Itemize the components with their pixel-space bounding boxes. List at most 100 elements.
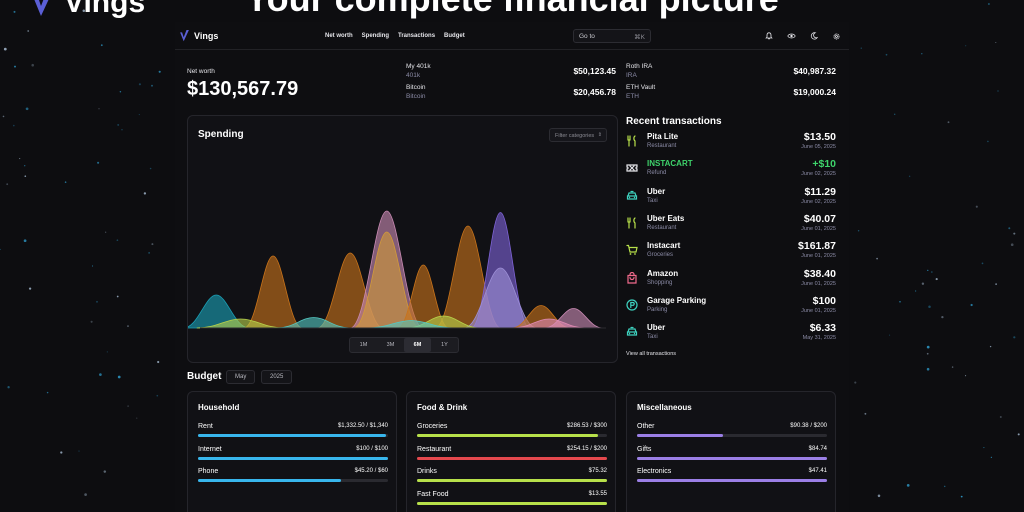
budget-item-amount: $45.20 / $60 xyxy=(354,468,388,474)
star-dot xyxy=(92,265,94,267)
bell-icon[interactable] xyxy=(762,29,776,43)
budget-item[interactable]: Drinks $75.32 xyxy=(417,468,607,488)
star-dot xyxy=(119,91,122,93)
star-dot xyxy=(3,47,7,51)
budget-group-card[interactable]: Food & Drink Groceries $286.53 / $300 Resta… xyxy=(406,391,616,512)
transaction-category: Restaurant xyxy=(647,224,677,231)
star-dot xyxy=(157,360,160,364)
transaction-row[interactable]: Uber Taxi $11.29 June 02, 2025 xyxy=(626,186,836,213)
account-row[interactable]: ETH Vault ETH $19,000.24 xyxy=(626,84,836,104)
star-dot xyxy=(64,181,67,183)
star-dot xyxy=(138,114,140,116)
range-1m[interactable]: 1M xyxy=(350,338,377,352)
nav-brand[interactable]: Vings xyxy=(179,30,218,42)
moon-icon[interactable] xyxy=(807,29,821,43)
transaction-amount: $161.87 xyxy=(798,240,836,253)
time-range-selector: 1M 3M 6M 1Y xyxy=(349,337,459,353)
account-name: Bitcoin xyxy=(406,84,426,91)
budget-item-amount: $254.15 / $200 xyxy=(566,445,607,452)
star-dot xyxy=(960,495,963,498)
transaction-date: June 02, 2025 xyxy=(801,171,836,178)
nav-brand-label: Vings xyxy=(194,31,219,41)
budget-item[interactable]: Other $90.38 / $200 xyxy=(637,423,827,443)
nav-link-spending[interactable]: Spending xyxy=(362,33,389,39)
account-value: $50,123.45 xyxy=(573,66,616,76)
budget-item[interactable]: Gifts $84.74 xyxy=(637,446,827,466)
spending-area-chart[interactable] xyxy=(188,134,619,334)
budget-item[interactable]: Internet $100 / $100 xyxy=(198,446,388,466)
star-dot xyxy=(31,63,34,67)
range-3m[interactable]: 3M xyxy=(377,338,404,352)
range-1y[interactable]: 1Y xyxy=(431,338,458,352)
net-worth-label: Net worth xyxy=(187,68,215,75)
budget-item-amount: $100 / $100 xyxy=(356,445,388,452)
star-dot xyxy=(899,301,901,303)
nav-link-budget[interactable]: Budget xyxy=(444,33,465,39)
budget-item[interactable]: Rent $1,332.50 / $1,340 xyxy=(198,423,388,443)
star-dot xyxy=(138,83,141,86)
budget-item-label: Gifts xyxy=(637,445,652,453)
budget-item[interactable]: Fast Food $13.55 xyxy=(417,491,607,511)
budget-progress-fill xyxy=(198,456,388,460)
view-all-transactions-link[interactable]: View all transactions xyxy=(626,351,676,357)
star-dot xyxy=(19,158,21,160)
transaction-category: Refund xyxy=(647,170,667,177)
budget-group-card[interactable]: Household Rent $1,332.50 / $1,340 Internet $… xyxy=(187,391,397,512)
transaction-merchant: Uber Eats xyxy=(647,213,685,223)
budget-item-amount: $13.55 xyxy=(588,490,607,497)
budget-item-label: Phone xyxy=(198,468,219,475)
budget-progress-fill xyxy=(417,434,599,437)
budget-group-card[interactable]: Miscellaneous Other $90.38 / $200 Gifts $84.… xyxy=(626,391,836,512)
account-name: Roth IRA xyxy=(626,63,653,70)
net-worth-value: $130,567.79 xyxy=(187,78,299,100)
budget-month-select[interactable]: May xyxy=(226,370,256,384)
budget-item-amount: $75.32 xyxy=(588,468,607,474)
nav-link-transactions[interactable]: Transactions xyxy=(398,33,435,39)
star-dot xyxy=(117,123,120,126)
budget-item[interactable]: Groceries $286.53 / $300 xyxy=(417,423,607,443)
transaction-amount: $38.40 xyxy=(803,267,836,280)
transaction-date: June 01, 2025 xyxy=(801,307,836,314)
transaction-date: May 31, 2025 xyxy=(802,335,836,342)
budget-progress-track xyxy=(198,479,388,482)
range-6m[interactable]: 6M xyxy=(404,338,431,352)
budget-item[interactable]: Electronics $47.41 xyxy=(637,468,827,488)
transaction-row[interactable]: INSTACART Refund +$10 June 02, 2025 xyxy=(626,158,836,185)
transaction-amount: $13.50 xyxy=(803,131,836,143)
budget-progress-fill xyxy=(417,479,607,482)
eye-icon[interactable] xyxy=(784,29,798,43)
transaction-row[interactable]: Uber Taxi $6.33 May 31, 2025 xyxy=(626,322,836,349)
budget-progress-track xyxy=(198,434,388,437)
star-dot xyxy=(860,47,862,49)
star-dot xyxy=(947,121,950,124)
spending-series-area[interactable] xyxy=(243,255,303,329)
budget-item-label: Fast Food xyxy=(417,490,449,498)
transaction-merchant: Instacart xyxy=(647,241,681,251)
account-row[interactable]: My 401k 401k $50,123.45 xyxy=(406,63,616,83)
transaction-date: June 01, 2025 xyxy=(801,225,836,232)
star-dot xyxy=(857,230,860,232)
star-dot xyxy=(943,485,946,488)
budget-item[interactable]: Restaurant $254.15 / $200 xyxy=(417,446,607,466)
transaction-row[interactable]: Amazon Shopping $38.40 June 01, 2025 xyxy=(626,267,836,295)
nav-link-net-worth[interactable]: Net worth xyxy=(325,33,353,39)
transaction-category: Parking xyxy=(647,306,668,313)
star-dot xyxy=(97,161,100,164)
account-row[interactable]: Bitcoin Bitcoin $20,456.78 xyxy=(406,84,616,104)
transaction-row[interactable]: Instacart Groceries $161.87 June 01, 2025 xyxy=(626,240,836,267)
star-dot xyxy=(975,205,978,208)
budget-year-select[interactable]: 2025 xyxy=(261,370,293,384)
star-dot xyxy=(970,303,973,307)
budget-item[interactable]: Phone $45.20 / $60 xyxy=(198,468,388,488)
goto-search-input[interactable]: Go to ⌘K xyxy=(573,29,651,43)
transaction-row[interactable]: Pita Lite Restaurant $13.50 June 05, 2025 xyxy=(626,131,836,158)
budget-item-amount: $1,332.50 / $1,340 xyxy=(337,423,388,429)
parking-icon xyxy=(626,298,638,311)
budget-progress-fill xyxy=(417,501,607,505)
transaction-row[interactable]: Garage Parking Parking $100 June 01, 2025 xyxy=(626,295,836,322)
gear-icon[interactable] xyxy=(829,29,843,43)
account-row[interactable]: Roth IRA IRA $40,987.32 xyxy=(626,63,836,83)
transaction-date: June 02, 2025 xyxy=(801,198,836,205)
transaction-row[interactable]: Uber Eats Restaurant $40.07 June 01, 2025 xyxy=(626,213,836,240)
budget-progress-track xyxy=(417,479,607,482)
